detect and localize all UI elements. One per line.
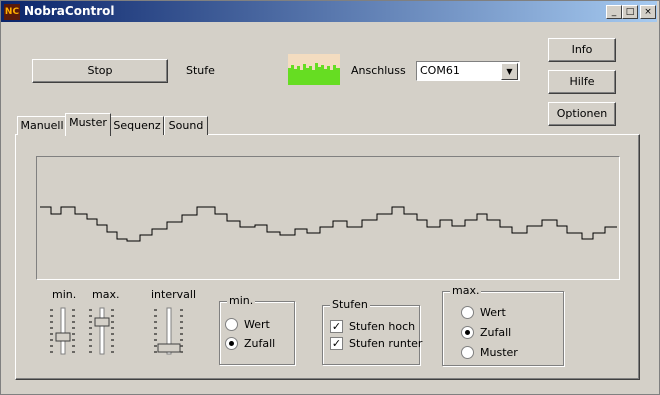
stufe-label: Stufe <box>186 64 215 77</box>
anschluss-label: Anschluss <box>351 64 406 77</box>
close-button[interactable]: × <box>640 5 656 19</box>
info-button[interactable]: Info <box>548 38 616 62</box>
slider-min-label: min. <box>52 288 77 301</box>
min-zufall-label: Zufall <box>244 337 276 350</box>
nc-app-icon: NC <box>4 4 20 20</box>
tab-muster[interactable]: Muster <box>65 113 111 136</box>
optionen-button[interactable]: Optionen <box>548 102 616 126</box>
max-muster-radio[interactable] <box>461 346 474 359</box>
stufen-group-title: Stufen <box>330 298 370 311</box>
chevron-down-icon[interactable]: ▼ <box>501 63 518 80</box>
stufen-group: Stufen <box>322 298 420 365</box>
maximize-button[interactable]: □ <box>622 5 638 19</box>
slider-max-label: max. <box>92 288 120 301</box>
window-title: NobraControl <box>24 4 115 18</box>
max-slider[interactable] <box>87 306 117 356</box>
stufen-runter-label: Stufen runter <box>349 337 423 350</box>
max-group-title: max. <box>450 284 482 297</box>
min-wert-label: Wert <box>244 318 270 331</box>
tab-manuell[interactable]: Manuell <box>17 116 67 135</box>
max-zufall-label: Zufall <box>480 326 512 339</box>
minimize-button[interactable]: _ <box>606 5 622 19</box>
tab-sound[interactable]: Sound <box>164 116 208 135</box>
max-zufall-radio[interactable] <box>461 326 474 339</box>
port-select[interactable]: COM61 ▼ <box>416 61 520 81</box>
min-group: min. <box>219 294 295 365</box>
max-wert-radio[interactable] <box>461 306 474 319</box>
stufen-hoch-checkbox[interactable]: ✓ <box>330 320 343 333</box>
pattern-waveform <box>40 206 617 242</box>
stufen-hoch-label: Stufen hoch <box>349 320 416 333</box>
max-muster-label: Muster <box>480 346 518 359</box>
max-wert-label: Wert <box>480 306 506 319</box>
hilfe-button[interactable]: Hilfe <box>548 70 616 94</box>
min-slider[interactable] <box>48 306 78 356</box>
title-bar[interactable]: NC NobraControl _ □ × <box>1 1 657 22</box>
tab-sequenz[interactable]: Sequenz <box>110 116 164 135</box>
min-group-title: min. <box>227 294 256 307</box>
min-zufall-radio[interactable] <box>225 337 238 350</box>
port-select-value: COM61 <box>420 64 460 77</box>
pattern-graph <box>36 156 620 280</box>
stop-button[interactable]: Stop <box>32 59 168 83</box>
level-indicator <box>288 54 340 85</box>
slider-intervall-label: intervall <box>151 288 196 301</box>
min-wert-radio[interactable] <box>225 318 238 331</box>
intervall-slider[interactable] <box>152 306 186 356</box>
stufen-runter-checkbox[interactable]: ✓ <box>330 337 343 350</box>
